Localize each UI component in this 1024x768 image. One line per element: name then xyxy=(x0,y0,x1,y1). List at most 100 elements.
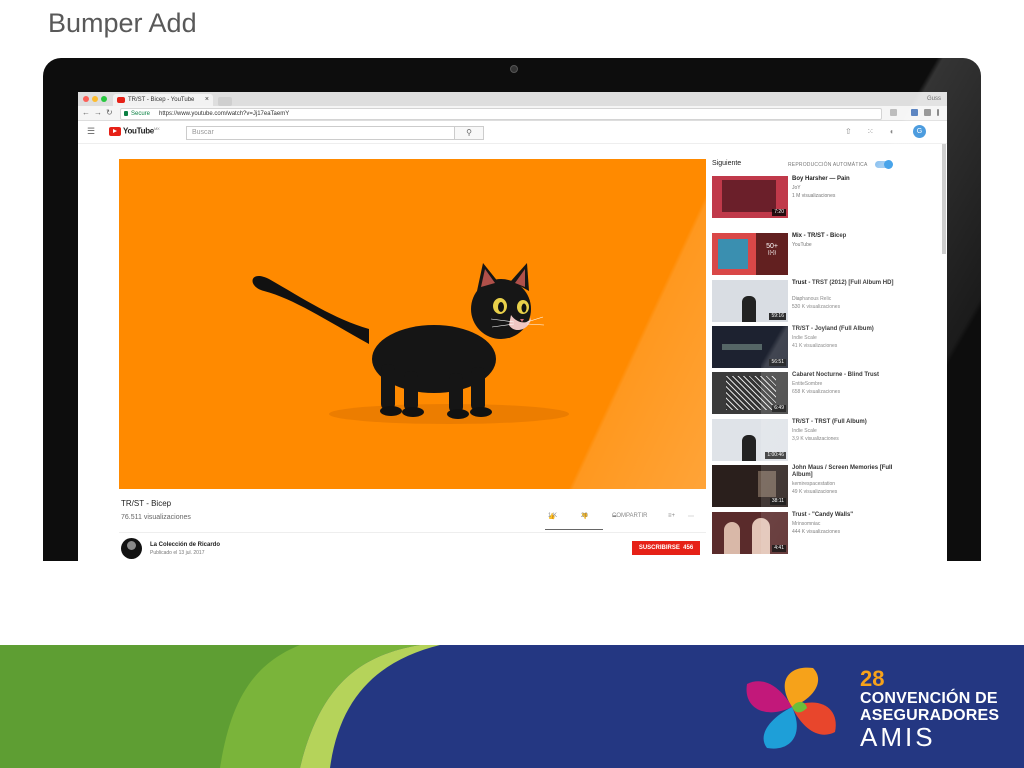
star-icon[interactable] xyxy=(890,109,897,116)
menu-dots-icon[interactable] xyxy=(937,109,939,116)
tab-title: TR/ST - Bicep - YouTube xyxy=(128,97,195,103)
duration-badge: 7:20 xyxy=(772,209,786,216)
youtube-logo-icon[interactable] xyxy=(109,127,121,136)
mix-count: 50+ xyxy=(766,243,778,250)
add-to-playlist-icon[interactable]: ≡+ xyxy=(668,513,675,519)
search-icon: ⚲ xyxy=(466,128,472,137)
subscribe-label: SUSCRIBIRSE xyxy=(638,545,680,551)
share-label: COMPARTIR xyxy=(612,513,648,519)
video-thumbnail[interactable]: 4:41 xyxy=(712,512,788,554)
related-video[interactable]: 6:49 Cabaret Nocturne - Blind Trust Enti… xyxy=(712,372,942,416)
youtube-header: ☰ YouTubeMX Buscar ⚲ ⇧ ⁙ ◖ G xyxy=(78,121,947,144)
search-input[interactable]: Buscar xyxy=(186,126,456,140)
related-video-channel: YouTube xyxy=(792,242,812,248)
related-video-views: 658 K visualizaciones xyxy=(792,389,841,395)
subscribe-button[interactable]: SUSCRIBIRSE 456 xyxy=(632,541,700,555)
mix-broadcast-icon: ((•)) xyxy=(767,250,777,256)
related-video-channel: EntiteSombre xyxy=(792,381,823,387)
browser-tab-bar: TR/ST - Bicep - YouTube × Guss xyxy=(78,92,947,106)
divider xyxy=(119,532,706,533)
related-video-title[interactable]: TR/ST - TRST (Full Album) xyxy=(792,419,902,426)
related-video-title[interactable]: Trust - TRST (2012) [Full Album HD] xyxy=(792,280,902,287)
browser-tab[interactable]: TR/ST - Bicep - YouTube × xyxy=(113,94,213,106)
youtube-logo-text[interactable]: YouTubeMX xyxy=(123,126,160,136)
lock-icon xyxy=(124,111,128,116)
extension-icon[interactable] xyxy=(924,109,931,116)
hamburger-menu-icon[interactable]: ☰ xyxy=(87,126,95,137)
search-placeholder: Buscar xyxy=(192,129,214,136)
like-ratio-bar xyxy=(545,529,603,530)
related-video[interactable]: 7:20 Boy Harsher — Pain JoY 1 M visualiz… xyxy=(712,176,942,220)
related-video-views: 3,9 K visualizaciones xyxy=(792,436,839,442)
laptop-frame: TR/ST - Bicep - YouTube × Guss ← → ↻ Sec… xyxy=(43,58,981,561)
dislike-count: 20 xyxy=(581,513,588,519)
new-tab-button[interactable] xyxy=(218,97,232,106)
page-scrollbar[interactable] xyxy=(942,144,946,254)
autoplay-toggle[interactable] xyxy=(875,160,893,169)
video-thumbnail[interactable]: 7:20 xyxy=(712,176,788,218)
related-video-channel: Diaphanous Relic xyxy=(792,296,832,302)
upload-icon[interactable]: ⇧ xyxy=(845,127,852,136)
search-button[interactable]: ⚲ xyxy=(454,126,484,140)
channel-name[interactable]: La Colección de Ricardo xyxy=(150,542,220,548)
mix-overlay: 50+ ((•)) xyxy=(756,233,788,275)
extension-icon[interactable] xyxy=(911,109,918,116)
amis-flower-logo-icon xyxy=(746,667,836,749)
secure-label: Secure xyxy=(131,111,151,117)
apps-grid-icon[interactable]: ⁙ xyxy=(867,127,874,136)
duration-badge: 56:51 xyxy=(769,359,786,366)
related-video-title[interactable]: Boy Harsher — Pain xyxy=(792,176,902,183)
forward-arrow-icon[interactable]: → xyxy=(94,107,102,119)
region-code: MX xyxy=(153,126,160,131)
related-video-title[interactable]: John Maus / Screen Memories [Full Album] xyxy=(792,465,902,479)
video-thumbnail[interactable]: 56:51 xyxy=(712,326,788,368)
url-text: https://www.youtube.com/watch?v=Jj17eaTa… xyxy=(159,111,290,117)
video-thumbnail[interactable]: 6:49 xyxy=(712,372,788,414)
related-video[interactable]: 59:16 Trust - TRST (2012) [Full Album HD… xyxy=(712,280,942,324)
convention-title-line3: AMIS xyxy=(860,722,936,752)
maximize-window-icon[interactable] xyxy=(101,96,107,102)
related-video[interactable]: 1:00:46 TR/ST - TRST (Full Album) Indie … xyxy=(712,419,942,463)
close-window-icon[interactable] xyxy=(83,96,89,102)
related-video-channel: Indie Scale xyxy=(792,428,817,434)
related-video-title[interactable]: Trust - "Candy Walls" xyxy=(792,512,902,519)
duration-badge: 1:00:46 xyxy=(765,452,786,459)
back-arrow-icon[interactable]: ← xyxy=(82,107,90,119)
video-title: TR/ST - Bicep xyxy=(121,499,172,508)
youtube-favicon-icon xyxy=(117,97,125,103)
address-bar-row: ← → ↻ Secure https://www.youtube.com/wat… xyxy=(78,106,947,121)
url-input[interactable]: Secure https://www.youtube.com/watch?v=J… xyxy=(120,108,882,120)
related-video-channel: JoY xyxy=(792,185,801,191)
subscriber-count: 456 xyxy=(683,545,694,551)
related-video[interactable]: 38:11 John Maus / Screen Memories [Full … xyxy=(712,465,942,509)
laptop-screen: TR/ST - Bicep - YouTube × Guss ← → ↻ Sec… xyxy=(78,92,947,561)
related-video[interactable]: 50+ ((•)) Mix - TR/ST - Bicep YouTube xyxy=(712,233,942,277)
related-video-title[interactable]: TR/ST - Joyland (Full Album) xyxy=(792,326,902,333)
reload-icon[interactable]: ↻ xyxy=(106,107,113,119)
video-player[interactable] xyxy=(119,159,706,489)
related-video-views: 530 K visualizaciones xyxy=(792,304,841,310)
video-thumbnail[interactable]: 38:11 xyxy=(712,465,788,507)
related-video-title[interactable]: Mix - TR/ST - Bicep xyxy=(792,233,902,240)
related-video-views: 41 K visualizaciones xyxy=(792,343,838,349)
channel-avatar[interactable] xyxy=(121,538,142,559)
video-thumbnail[interactable]: 1:00:46 xyxy=(712,419,788,461)
notifications-bell-icon[interactable]: ◖ xyxy=(889,127,894,136)
camera-icon xyxy=(510,65,518,73)
related-video[interactable]: 56:51 TR/ST - Joyland (Full Album) Indie… xyxy=(712,326,942,370)
related-video-title[interactable]: Cabaret Nocturne - Blind Trust xyxy=(792,372,902,379)
related-video-views: 1 M visualizaciones xyxy=(792,193,836,199)
video-thumbnail[interactable]: 59:16 xyxy=(712,280,788,322)
related-video-views: 49 K visualizaciones xyxy=(792,489,838,495)
duration-badge: 6:49 xyxy=(772,405,786,412)
more-options-icon[interactable]: ⋯ xyxy=(688,513,694,520)
minimize-window-icon[interactable] xyxy=(92,96,98,102)
related-video[interactable]: 4:41 Trust - "Candy Walls" Mrinsomniac 4… xyxy=(712,512,942,556)
account-avatar[interactable]: G xyxy=(913,125,926,138)
tab-close-icon[interactable]: × xyxy=(205,94,209,106)
like-count: 1 K xyxy=(548,513,558,519)
profile-name[interactable]: Guss xyxy=(927,93,941,105)
black-cat-illustration xyxy=(252,263,569,424)
related-video-channel: Mrinsomniac xyxy=(792,521,821,527)
video-thumbnail[interactable]: 50+ ((•)) xyxy=(712,233,788,275)
